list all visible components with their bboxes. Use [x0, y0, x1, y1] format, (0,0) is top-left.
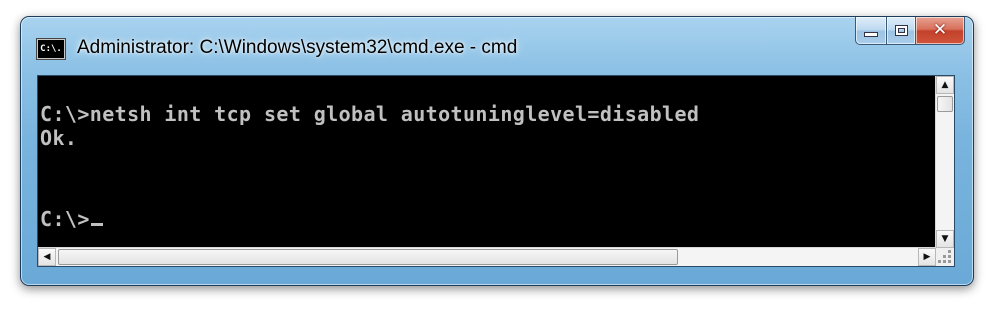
scroll-down-button[interactable]: ▼ — [936, 230, 954, 248]
minimize-icon — [864, 32, 878, 37]
console-line-result: Ok. — [40, 126, 78, 150]
scroll-left-button[interactable]: ◀ — [38, 248, 56, 266]
maximize-icon — [894, 25, 908, 36]
scroll-right-button[interactable]: ▶ — [918, 248, 936, 266]
scroll-up-button[interactable]: ▲ — [936, 76, 954, 94]
window-title: Administrator: C:\Windows\system32\cmd.e… — [77, 37, 518, 58]
title-bar[interactable]: C:\. Administrator: C:\Windows\system32\… — [21, 17, 973, 67]
text-cursor — [90, 223, 103, 226]
minimize-button[interactable] — [855, 17, 887, 45]
resize-grip[interactable] — [936, 248, 954, 266]
close-button[interactable]: ✕ — [916, 17, 965, 45]
horizontal-scrollbar[interactable]: ◀ ▶ — [38, 247, 936, 266]
close-icon: ✕ — [932, 20, 948, 40]
caption-buttons: ✕ — [855, 17, 965, 45]
console-prompt-line[interactable]: C:\> — [40, 207, 103, 231]
maximize-button[interactable] — [887, 17, 916, 45]
console-line-command: C:\>netsh int tcp set global autotuningl… — [40, 102, 700, 126]
arrow-down-icon: ▼ — [941, 234, 949, 244]
console-client-area: C:\>netsh int tcp set global autotuningl… — [37, 75, 955, 267]
vertical-scrollbar[interactable]: ▲ ▼ — [935, 76, 954, 248]
cmd-window: C:\. Administrator: C:\Windows\system32\… — [20, 16, 974, 286]
console-output[interactable]: C:\>netsh int tcp set global autotuningl… — [38, 76, 936, 248]
arrow-up-icon: ▲ — [941, 80, 949, 90]
horizontal-scroll-thumb[interactable] — [58, 249, 678, 265]
console-icon[interactable]: C:\. — [37, 39, 65, 59]
vertical-scroll-thumb[interactable] — [937, 96, 953, 112]
arrow-right-icon: ▶ — [923, 252, 931, 262]
console-prompt: C:\> — [40, 207, 90, 231]
arrow-left-icon: ◀ — [43, 252, 51, 262]
